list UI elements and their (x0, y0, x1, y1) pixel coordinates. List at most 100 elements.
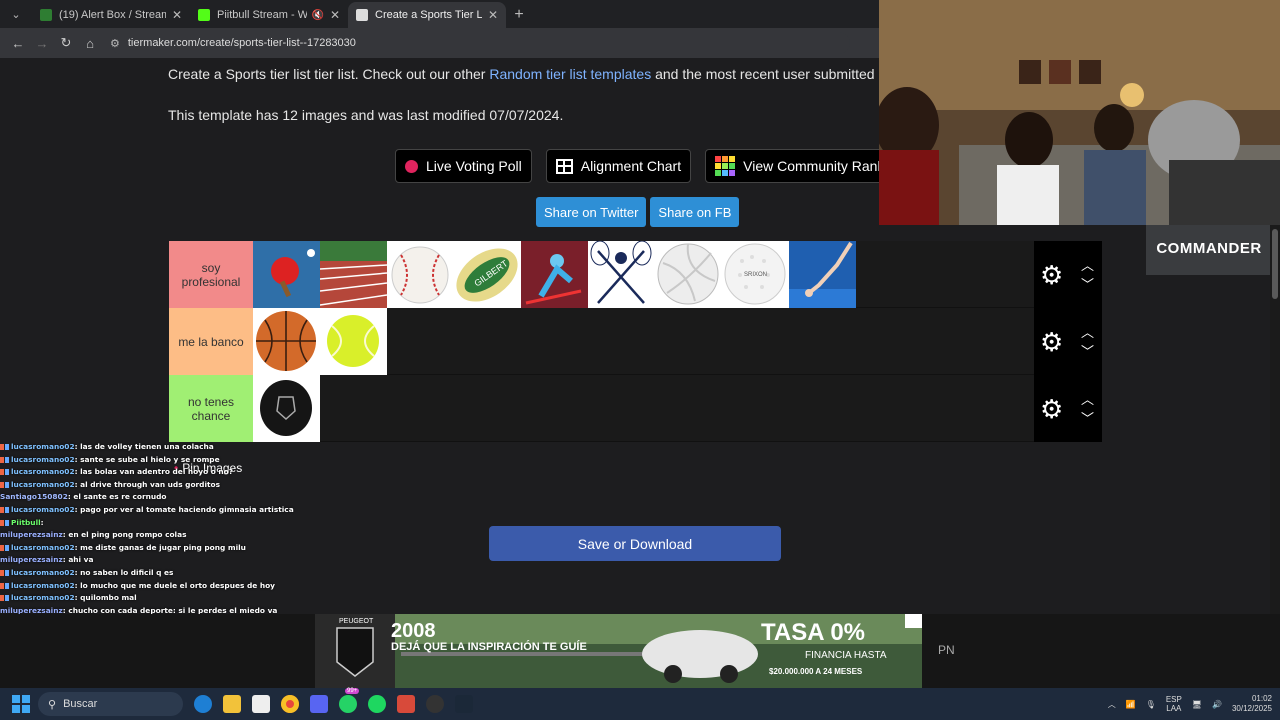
tray-overflow-icon[interactable]: ︿ (1108, 699, 1116, 710)
move-down-icon[interactable]: ﹀ (1081, 278, 1094, 291)
new-tab-icon[interactable]: + (506, 6, 532, 24)
store-icon[interactable] (252, 695, 270, 713)
edge-icon[interactable] (194, 695, 212, 713)
tab-alert-box[interactable]: (19) Alert Box / Streamlabs ✕ (32, 2, 190, 28)
search-icon: ⚲ (48, 698, 57, 711)
steam-icon[interactable] (455, 695, 473, 713)
chat-badge-icon (5, 519, 9, 526)
grid-icon (555, 158, 573, 174)
chat-message: lucasromano02: al drive through van uds … (0, 479, 345, 492)
system-tray: ︿ 📶 🎙 ESP LAA 🖥 🔊 01:02 30/12/2025 (1108, 688, 1272, 720)
tab-piitbull-stream[interactable]: Piitbull Stream - Watch Live 🔇 ✕ (190, 2, 348, 28)
chat-username: lucasromano02 (11, 593, 75, 603)
tab-tiermaker[interactable]: Create a Sports Tier List - TierM ✕ (348, 2, 506, 28)
volume-icon[interactable]: 🔊 (1212, 700, 1222, 709)
gymnast-icon[interactable] (789, 241, 856, 308)
ping-pong-paddle-icon[interactable] (253, 241, 320, 308)
microphone-icon[interactable]: 🎙 (1146, 700, 1156, 709)
site-settings-icon[interactable]: ⚙ (110, 37, 120, 50)
reload-icon[interactable]: ↻ (54, 35, 78, 51)
move-down-icon[interactable]: ﹀ (1081, 345, 1094, 358)
chat-text: en el ping pong rompo colas (68, 530, 187, 540)
keyboard-layout: LAA (1166, 704, 1182, 713)
tier-label[interactable]: me la banco (169, 308, 253, 375)
tab-title: Create a Sports Tier List - TierM (375, 9, 482, 21)
move-up-icon[interactable]: ︿ (1081, 259, 1094, 272)
baseball-icon[interactable] (387, 241, 454, 308)
display-icon[interactable]: 🖥 (1192, 700, 1202, 709)
golf-ball-icon[interactable]: SRIXON (722, 241, 789, 308)
spotify-icon[interactable] (368, 695, 386, 713)
chat-text: no saben lo dificil q es (80, 567, 174, 577)
basketball-icon[interactable] (253, 308, 320, 375)
scrollbar-thumb[interactable] (1272, 229, 1278, 299)
mute-icon[interactable]: 🔇 (311, 10, 323, 21)
ad-financing: FINANCIA HASTA (805, 650, 887, 661)
move-up-icon[interactable]: ︿ (1081, 326, 1094, 339)
chat-badge-icon (5, 569, 9, 576)
move-down-icon[interactable]: ﹀ (1081, 412, 1094, 425)
back-icon[interactable]: ← (6, 36, 30, 51)
chat-username: lucasromano02 (11, 580, 75, 590)
chat-badge-icon (5, 469, 9, 476)
chat-text: sante se sube al hielo y se rompe (80, 454, 220, 464)
community-rank-button[interactable]: View Community Rank (705, 149, 895, 183)
tab-title: Piitbull Stream - Watch Live (217, 9, 308, 21)
share-twitter-button[interactable]: Share on Twitter (536, 197, 647, 227)
tier-label[interactable]: no tenes chance (169, 375, 253, 442)
tennis-ball-icon[interactable] (320, 308, 387, 375)
peugeot-ad-banner[interactable]: PEUGEOT 2008 DEJÁ QUE LA INSPIRACIÓN TE … (315, 614, 922, 688)
discord-icon[interactable] (310, 695, 328, 713)
file-explorer-icon[interactable] (223, 695, 241, 713)
gear-icon[interactable]: ⚙ (1040, 396, 1063, 422)
tier-label[interactable]: soy profesional (169, 241, 253, 308)
lacrosse-sticks-icon[interactable] (588, 241, 655, 308)
svg-text:SRIXON: SRIXON (744, 272, 767, 278)
chat-message: lucasromano02: lo mucho que me duele el … (0, 580, 345, 593)
chat-badge-icon (0, 569, 4, 576)
clock[interactable]: 01:02 30/12/2025 (1232, 694, 1272, 714)
alignment-chart-button[interactable]: Alignment Chart (545, 149, 692, 183)
chat-text: me diste ganas de jugar ping pong milu (80, 542, 246, 552)
close-tab-icon[interactable]: ✕ (330, 8, 340, 22)
rugby-ball-icon[interactable]: GILBERT (454, 241, 521, 308)
obs-icon[interactable] (426, 695, 444, 713)
live-voting-poll-label: Live Voting Poll (426, 158, 522, 174)
chat-message: Santiago150802: el sante es re cornudo (0, 491, 345, 504)
move-up-icon[interactable]: ︿ (1081, 393, 1094, 406)
windows-start-icon[interactable] (12, 695, 30, 713)
forward-icon[interactable]: → (30, 36, 54, 51)
tab-search-icon[interactable]: ⌄ (4, 2, 28, 26)
ski-racer-icon[interactable] (521, 241, 588, 308)
chat-message: lucasromano02: no saben lo dificil q es (0, 567, 345, 580)
chat-badge-icon (0, 444, 4, 450)
random-templates-link[interactable]: Random tier list templates (489, 66, 651, 82)
taskbar-search[interactable]: ⚲ Buscar (38, 692, 183, 716)
chat-username: Santiago150802 (0, 492, 68, 502)
save-download-button[interactable]: Save or Download (489, 526, 781, 561)
ad-rate: TASA 0% (761, 619, 866, 646)
running-track-icon[interactable] (320, 241, 387, 308)
url-field[interactable]: ⚙ tiermaker.com/create/sports-tier-list-… (110, 32, 850, 54)
volleyball-icon[interactable] (655, 241, 722, 308)
language-indicator[interactable]: ESP LAA (1166, 695, 1182, 713)
tab-title: (19) Alert Box / Streamlabs (59, 9, 166, 21)
chat-text: lo mucho que me duele el orto despues de… (80, 580, 275, 590)
home-icon[interactable]: ⌂ (78, 36, 102, 51)
chat-text: pago por ver al tomate haciendo gimnasia… (80, 504, 294, 514)
app-icon[interactable] (397, 695, 415, 713)
close-tab-icon[interactable]: ✕ (172, 8, 182, 22)
network-icon[interactable]: 📶 (1126, 700, 1136, 709)
chrome-icon[interactable] (281, 695, 299, 713)
hockey-puck-icon[interactable] (253, 375, 320, 442)
gear-icon[interactable]: ⚙ (1040, 262, 1063, 288)
tier-items (253, 375, 1034, 442)
chat-username: lucasromano02 (11, 504, 75, 514)
intro-text-before: Create a Sports tier list tier list. Che… (168, 66, 490, 82)
gear-icon[interactable]: ⚙ (1040, 329, 1063, 355)
chat-badge-icon (0, 506, 4, 513)
whatsapp-icon[interactable]: 99+ (339, 688, 360, 713)
close-tab-icon[interactable]: ✕ (488, 8, 498, 22)
share-fb-button[interactable]: Share on FB (650, 197, 740, 227)
live-voting-poll-button[interactable]: Live Voting Poll (395, 149, 532, 183)
